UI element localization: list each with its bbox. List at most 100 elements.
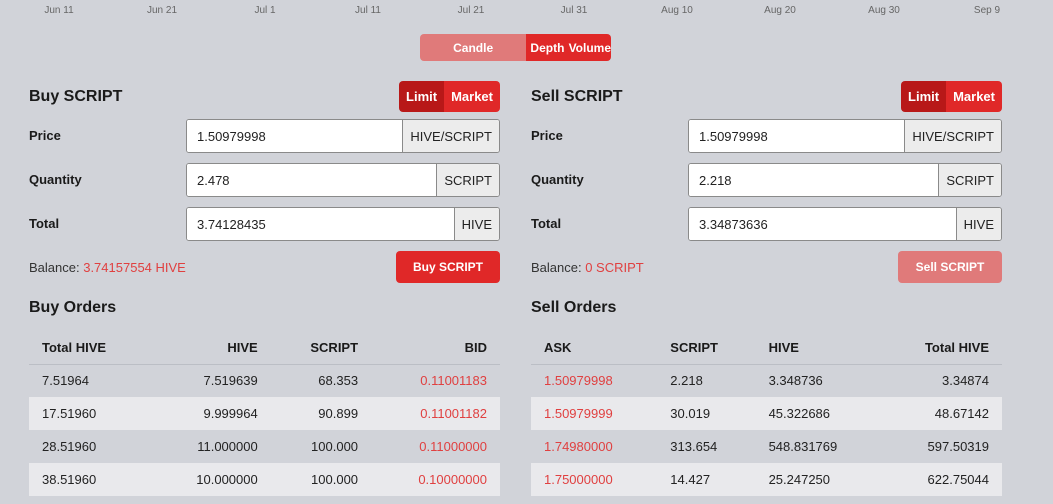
buy-balance-value: 3.74157554 HIVE [83, 260, 186, 275]
table-cell: 3.34874 [942, 373, 989, 389]
table-cell: 28.51960 [42, 439, 97, 454]
buy-price-group: HIVE/SCRIPT [186, 119, 500, 153]
sell-quantity-unit: SCRIPT [938, 164, 1001, 196]
column-header: HIVE [151, 331, 271, 365]
table-header-row: ASK SCRIPT HIVE Total HIVE [531, 331, 1002, 365]
sell-total-input[interactable] [689, 208, 956, 240]
table-row[interactable]: 17.51960 9.999964 90.899 0.11001182 [29, 397, 500, 430]
column-header: HIVE [755, 331, 882, 365]
column-header: Total HIVE [881, 331, 1002, 365]
sell-quantity-label: Quantity [531, 172, 584, 187]
table-cell: 100.000 [311, 439, 359, 454]
sell-total-unit: HIVE [955, 208, 1001, 240]
ask-price-cell: 1.74980000 [544, 439, 613, 454]
buy-panel-title: Buy SCRIPT [29, 88, 123, 105]
buy-panel: Buy SCRIPT Limit Market Price HIVE/SCRIP… [29, 80, 500, 496]
tab-depth[interactable]: Depth [526, 34, 569, 61]
table-cell: 548.831769 [768, 439, 838, 454]
buy-quantity-input[interactable] [187, 164, 437, 196]
column-header: SCRIPT [657, 331, 756, 365]
table-cell: 7.519639 [203, 373, 258, 389]
axis-tick-label: Jul 31 [560, 5, 588, 16]
buy-price-input[interactable] [187, 120, 403, 152]
ask-price-cell: 1.50979998 [544, 373, 613, 389]
table-cell: 38.51960 [29, 463, 152, 496]
sell-price-unit: HIVE/SCRIPT [904, 120, 1001, 152]
table-row[interactable]: 7.51964 7.519639 68.353 0.11001183 [29, 364, 500, 397]
table-cell: 90.899 [270, 397, 372, 430]
table-row[interactable]: 28.51960 11.000000 100.000 0.11000000 [29, 430, 500, 463]
bid-price-cell: 0.10000000 [371, 463, 500, 496]
buy-limit-button[interactable]: Limit [399, 81, 445, 112]
buy-market-button[interactable]: Market [444, 81, 500, 112]
sell-total-group: HIVE [688, 207, 1002, 241]
column-header: SCRIPT [270, 331, 372, 365]
column-header: ASK [531, 331, 658, 365]
sell-quantity-input[interactable] [689, 164, 939, 196]
chart-type-tabs: Candle Depth Volume [420, 34, 611, 61]
tab-volume[interactable]: Volume [568, 34, 611, 61]
table-header-row: Total HIVE HIVE SCRIPT BID [29, 331, 500, 365]
sell-balance-value: 0 SCRIPT [585, 260, 644, 275]
sell-panel: Sell SCRIPT Limit Market Price HIVE/SCRI… [531, 80, 1002, 496]
axis-tick-label: Jun 11 [44, 5, 74, 16]
axis-tick-label: Aug 20 [764, 5, 796, 16]
sell-balance: Balance: 0 SCRIPT [531, 260, 644, 275]
axis-tick-label: Jul 1 [254, 5, 276, 16]
buy-total-group: HIVE [186, 207, 500, 241]
table-cell: 313.654 [670, 439, 718, 454]
axis-tick-label: Jun 21 [146, 5, 178, 16]
table-cell: 68.353 [318, 373, 359, 389]
table-row[interactable]: 1.50979998 2.218 3.348736 3.34874 [531, 364, 1002, 397]
table-cell: 3.348736 [768, 373, 823, 389]
sell-total-label: Total [531, 216, 562, 231]
buy-order-mode-toggle: Limit Market [399, 81, 500, 112]
table-cell: 597.50319 [927, 439, 989, 454]
buy-price-label: Price [29, 128, 61, 143]
table-cell: 10.000000 [151, 463, 271, 496]
buy-total-input[interactable] [187, 208, 454, 240]
sell-limit-button[interactable]: Limit [901, 81, 947, 112]
buy-quantity-label: Quantity [29, 172, 82, 187]
table-cell: 7.51964 [42, 373, 89, 389]
sell-quantity-group: SCRIPT [688, 163, 1002, 197]
axis-tick-label: Sep 9 [973, 5, 1001, 16]
sell-price-input[interactable] [689, 120, 905, 152]
bid-price-cell: 0.11001183 [420, 373, 487, 389]
sell-price-label: Price [531, 128, 563, 143]
buy-balance: Balance: 3.74157554 HIVE [29, 260, 186, 275]
table-row[interactable]: 1.75000000 14.427 25.247250 622.75044 [531, 463, 1002, 496]
table-cell: 11.000000 [197, 439, 258, 454]
table-cell: 2.218 [670, 373, 703, 389]
sell-orders-table: ASK SCRIPT HIVE Total HIVE 1.50979998 2.… [531, 331, 1002, 496]
buy-orders-table: Total HIVE HIVE SCRIPT BID 7.51964 7.519… [29, 331, 500, 496]
buy-price-unit: HIVE/SCRIPT [402, 120, 499, 152]
column-header: BID [371, 331, 500, 365]
sell-submit-button[interactable]: Sell SCRIPT [898, 251, 1002, 283]
axis-tick-label: Aug 30 [868, 5, 900, 16]
table-cell: 45.322686 [755, 397, 882, 430]
table-cell: 622.75044 [881, 463, 1002, 496]
sell-orders-title: Sell Orders [531, 299, 617, 316]
ask-price-cell: 1.50979999 [531, 397, 658, 430]
table-cell: 30.019 [657, 397, 756, 430]
table-row[interactable]: 1.74980000 313.654 548.831769 597.50319 [531, 430, 1002, 463]
table-cell: 17.51960 [29, 397, 152, 430]
chart-date-axis: Jun 11 Jun 21 Jul 1 Jul 11 Jul 21 Jul 31… [0, 5, 1053, 19]
ask-price-cell: 1.75000000 [531, 463, 658, 496]
table-cell: 25.247250 [755, 463, 882, 496]
tab-candle[interactable]: Candle [420, 34, 527, 61]
buy-submit-button[interactable]: Buy SCRIPT [396, 251, 500, 283]
column-header: Total HIVE [29, 331, 152, 365]
sell-market-button[interactable]: Market [946, 81, 1002, 112]
sell-order-mode-toggle: Limit Market [901, 81, 1002, 112]
buy-quantity-unit: SCRIPT [436, 164, 499, 196]
buy-total-label: Total [29, 216, 60, 231]
axis-tick-label: Jul 21 [457, 5, 485, 16]
sell-balance-label: Balance: [531, 260, 582, 275]
table-row[interactable]: 1.50979999 30.019 45.322686 48.67142 [531, 397, 1002, 430]
table-cell: 100.000 [270, 463, 372, 496]
bid-price-cell: 0.11001182 [371, 397, 500, 430]
buy-quantity-group: SCRIPT [186, 163, 500, 197]
table-row[interactable]: 38.51960 10.000000 100.000 0.10000000 [29, 463, 500, 496]
